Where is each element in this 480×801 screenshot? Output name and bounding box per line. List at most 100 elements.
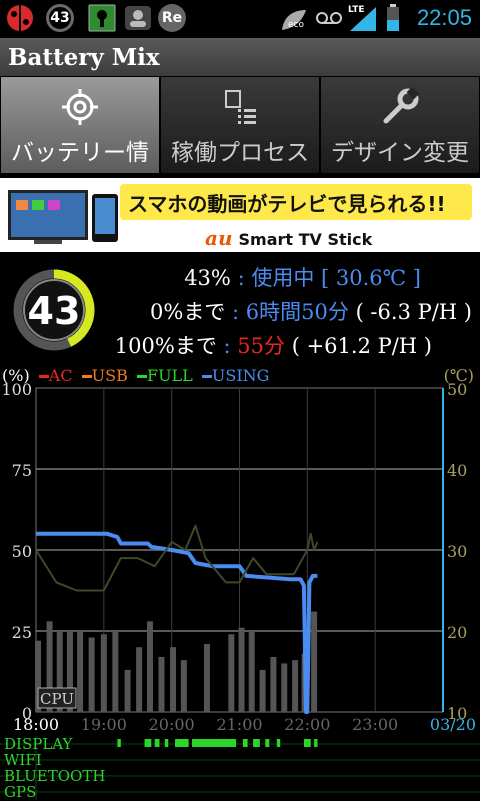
- gauge-value: 43: [28, 289, 81, 333]
- battery-level-icon: 43: [46, 4, 74, 32]
- x-tick-label: 22:00: [284, 715, 330, 734]
- cpu-bar: [136, 647, 143, 712]
- x-tick-label: 23:00: [352, 715, 398, 734]
- display-on-segment: [314, 739, 318, 747]
- to-empty-label: 0%まで: [150, 300, 226, 324]
- process-list-icon: [225, 90, 256, 124]
- to-empty-time: 6時間50分: [245, 300, 349, 324]
- eco-label: eco: [288, 20, 304, 30]
- ladybug-icon: [7, 5, 33, 31]
- x-tick-label: 19:00: [81, 715, 127, 734]
- cpu-bar: [311, 611, 318, 712]
- cpu-bar: [259, 669, 266, 712]
- ad-headline-box: スマホの動画がテレビで見られる!!: [120, 184, 472, 220]
- display-on-segment: [154, 739, 160, 747]
- to-empty-rate: ( -6.3 P/H ): [355, 300, 472, 324]
- sensor-label-bluetooth: BLUETOOTH: [4, 767, 106, 785]
- battery-icon: [387, 4, 399, 31]
- battery-history-chart: 1007550250504030201018:00 19:00 20:00 21:00…: [1, 380, 476, 734]
- clock: 22:05: [416, 5, 472, 30]
- display-on-segment: [164, 739, 169, 747]
- tab-processes[interactable]: 稼働プロセス: [160, 76, 320, 174]
- level-text: 43%: [184, 266, 231, 290]
- to-full-rate: ( +61.2 P/H ): [291, 334, 432, 358]
- display-on-segment: [276, 739, 281, 747]
- info-line-status: 43% : 使用中 [ 30.6℃ ]: [184, 262, 421, 292]
- cpu-bar: [124, 669, 131, 712]
- cpu-bar: [100, 634, 107, 712]
- x-tick-label: 18:00: [13, 715, 59, 734]
- x-tick-label: 20:00: [149, 715, 195, 734]
- battery-gauge: 43: [13, 269, 95, 351]
- y2-tick-label: 50: [447, 380, 467, 399]
- re-icon: Re: [158, 4, 186, 32]
- cpu-bar: [180, 660, 187, 712]
- y-tick-label: 75: [12, 461, 32, 480]
- ad-banner[interactable]: スマホの動画がテレビで見られる!! au Smart TV Stick: [0, 178, 480, 252]
- sep: :: [223, 334, 231, 358]
- eco-leaf-icon: eco: [278, 6, 308, 34]
- y-tick-label: 100: [1, 380, 32, 399]
- title-bar: Battery Mix: [0, 38, 480, 77]
- display-on-segment: [265, 739, 270, 747]
- cpu-bar: [88, 637, 95, 712]
- cpu-bar: [170, 647, 177, 712]
- date-label: 03/20: [430, 715, 476, 734]
- cpu-bar: [281, 663, 288, 712]
- y2-tick-label: 40: [447, 461, 467, 480]
- sep: :: [237, 266, 245, 290]
- cpu-bar: [112, 631, 119, 712]
- voicemail-icon: [316, 12, 342, 24]
- to-full-label: 100%まで: [114, 334, 217, 358]
- cpu-bar: [270, 656, 277, 712]
- sensor-label-gps: GPS: [4, 783, 37, 801]
- cpu-bar: [158, 656, 165, 712]
- info-line-to-full: 100%まで : 55分 ( +61.2 P/H ): [115, 330, 432, 360]
- tab-label: バッテリー情: [11, 140, 149, 166]
- y-tick-label: 50: [12, 542, 32, 561]
- y-tick-label: 25: [12, 623, 32, 642]
- status-bar: 43 Re eco LTE 22:05: [0, 0, 480, 38]
- y2-tick-label: 20: [447, 623, 467, 642]
- ad-product: Smart TV Stick: [238, 230, 373, 249]
- lte-signal-icon: LTE: [348, 5, 378, 33]
- display-on-segment: [192, 739, 237, 747]
- display-on-segment: [117, 739, 121, 747]
- cpu-label: CPU: [40, 690, 74, 708]
- to-full-time: 55分: [237, 334, 286, 358]
- tab-label: 稼働プロセス: [171, 140, 309, 166]
- target-icon: [62, 89, 98, 125]
- cpu-bar: [146, 621, 153, 712]
- cpu-bar: [248, 631, 255, 712]
- ad-headline: スマホの動画がテレビで見られる!!: [128, 192, 446, 216]
- tab-bar: バッテリー情 稼働プロセス デザイン変更: [0, 76, 480, 174]
- display-on-segment: [253, 739, 260, 747]
- ad-brand-logo: au: [205, 226, 233, 250]
- x-tick-label: 21:00: [216, 715, 262, 734]
- cpu-bar: [238, 627, 245, 712]
- info-line-to-empty: 0%まで : 6時間50分 ( -6.3 P/H ): [150, 296, 472, 326]
- sensor-strip: DISPLAY WIFI BLUETOOTH GPS: [0, 736, 480, 800]
- tv-phone-illustration: [8, 190, 118, 244]
- cpu-bar: [203, 643, 210, 712]
- contact-icon: [125, 6, 151, 30]
- tab-design[interactable]: デザイン変更: [320, 76, 480, 174]
- cpu-bar: [77, 631, 84, 712]
- display-on-segment: [303, 739, 311, 747]
- lock-icon: [88, 4, 116, 32]
- display-on-segment: [175, 739, 189, 747]
- display-on-segment: [144, 739, 152, 747]
- ad-brand: au Smart TV Stick: [205, 226, 372, 250]
- cpu-bar: [292, 660, 299, 712]
- status-text: 使用中 [ 30.6℃ ]: [251, 266, 421, 290]
- sensor-label-display: DISPLAY: [4, 735, 73, 753]
- y2-tick-label: 30: [447, 542, 467, 561]
- display-on-segment: [242, 739, 248, 747]
- app-title: Battery Mix: [8, 44, 160, 71]
- sep: :: [232, 300, 240, 324]
- cpu-bar: [228, 634, 235, 712]
- wrench-icon: [383, 87, 420, 124]
- tab-battery-info[interactable]: バッテリー情: [0, 76, 160, 174]
- tab-label: デザイン変更: [331, 140, 469, 166]
- sensor-label-wifi: WIFI: [4, 751, 42, 769]
